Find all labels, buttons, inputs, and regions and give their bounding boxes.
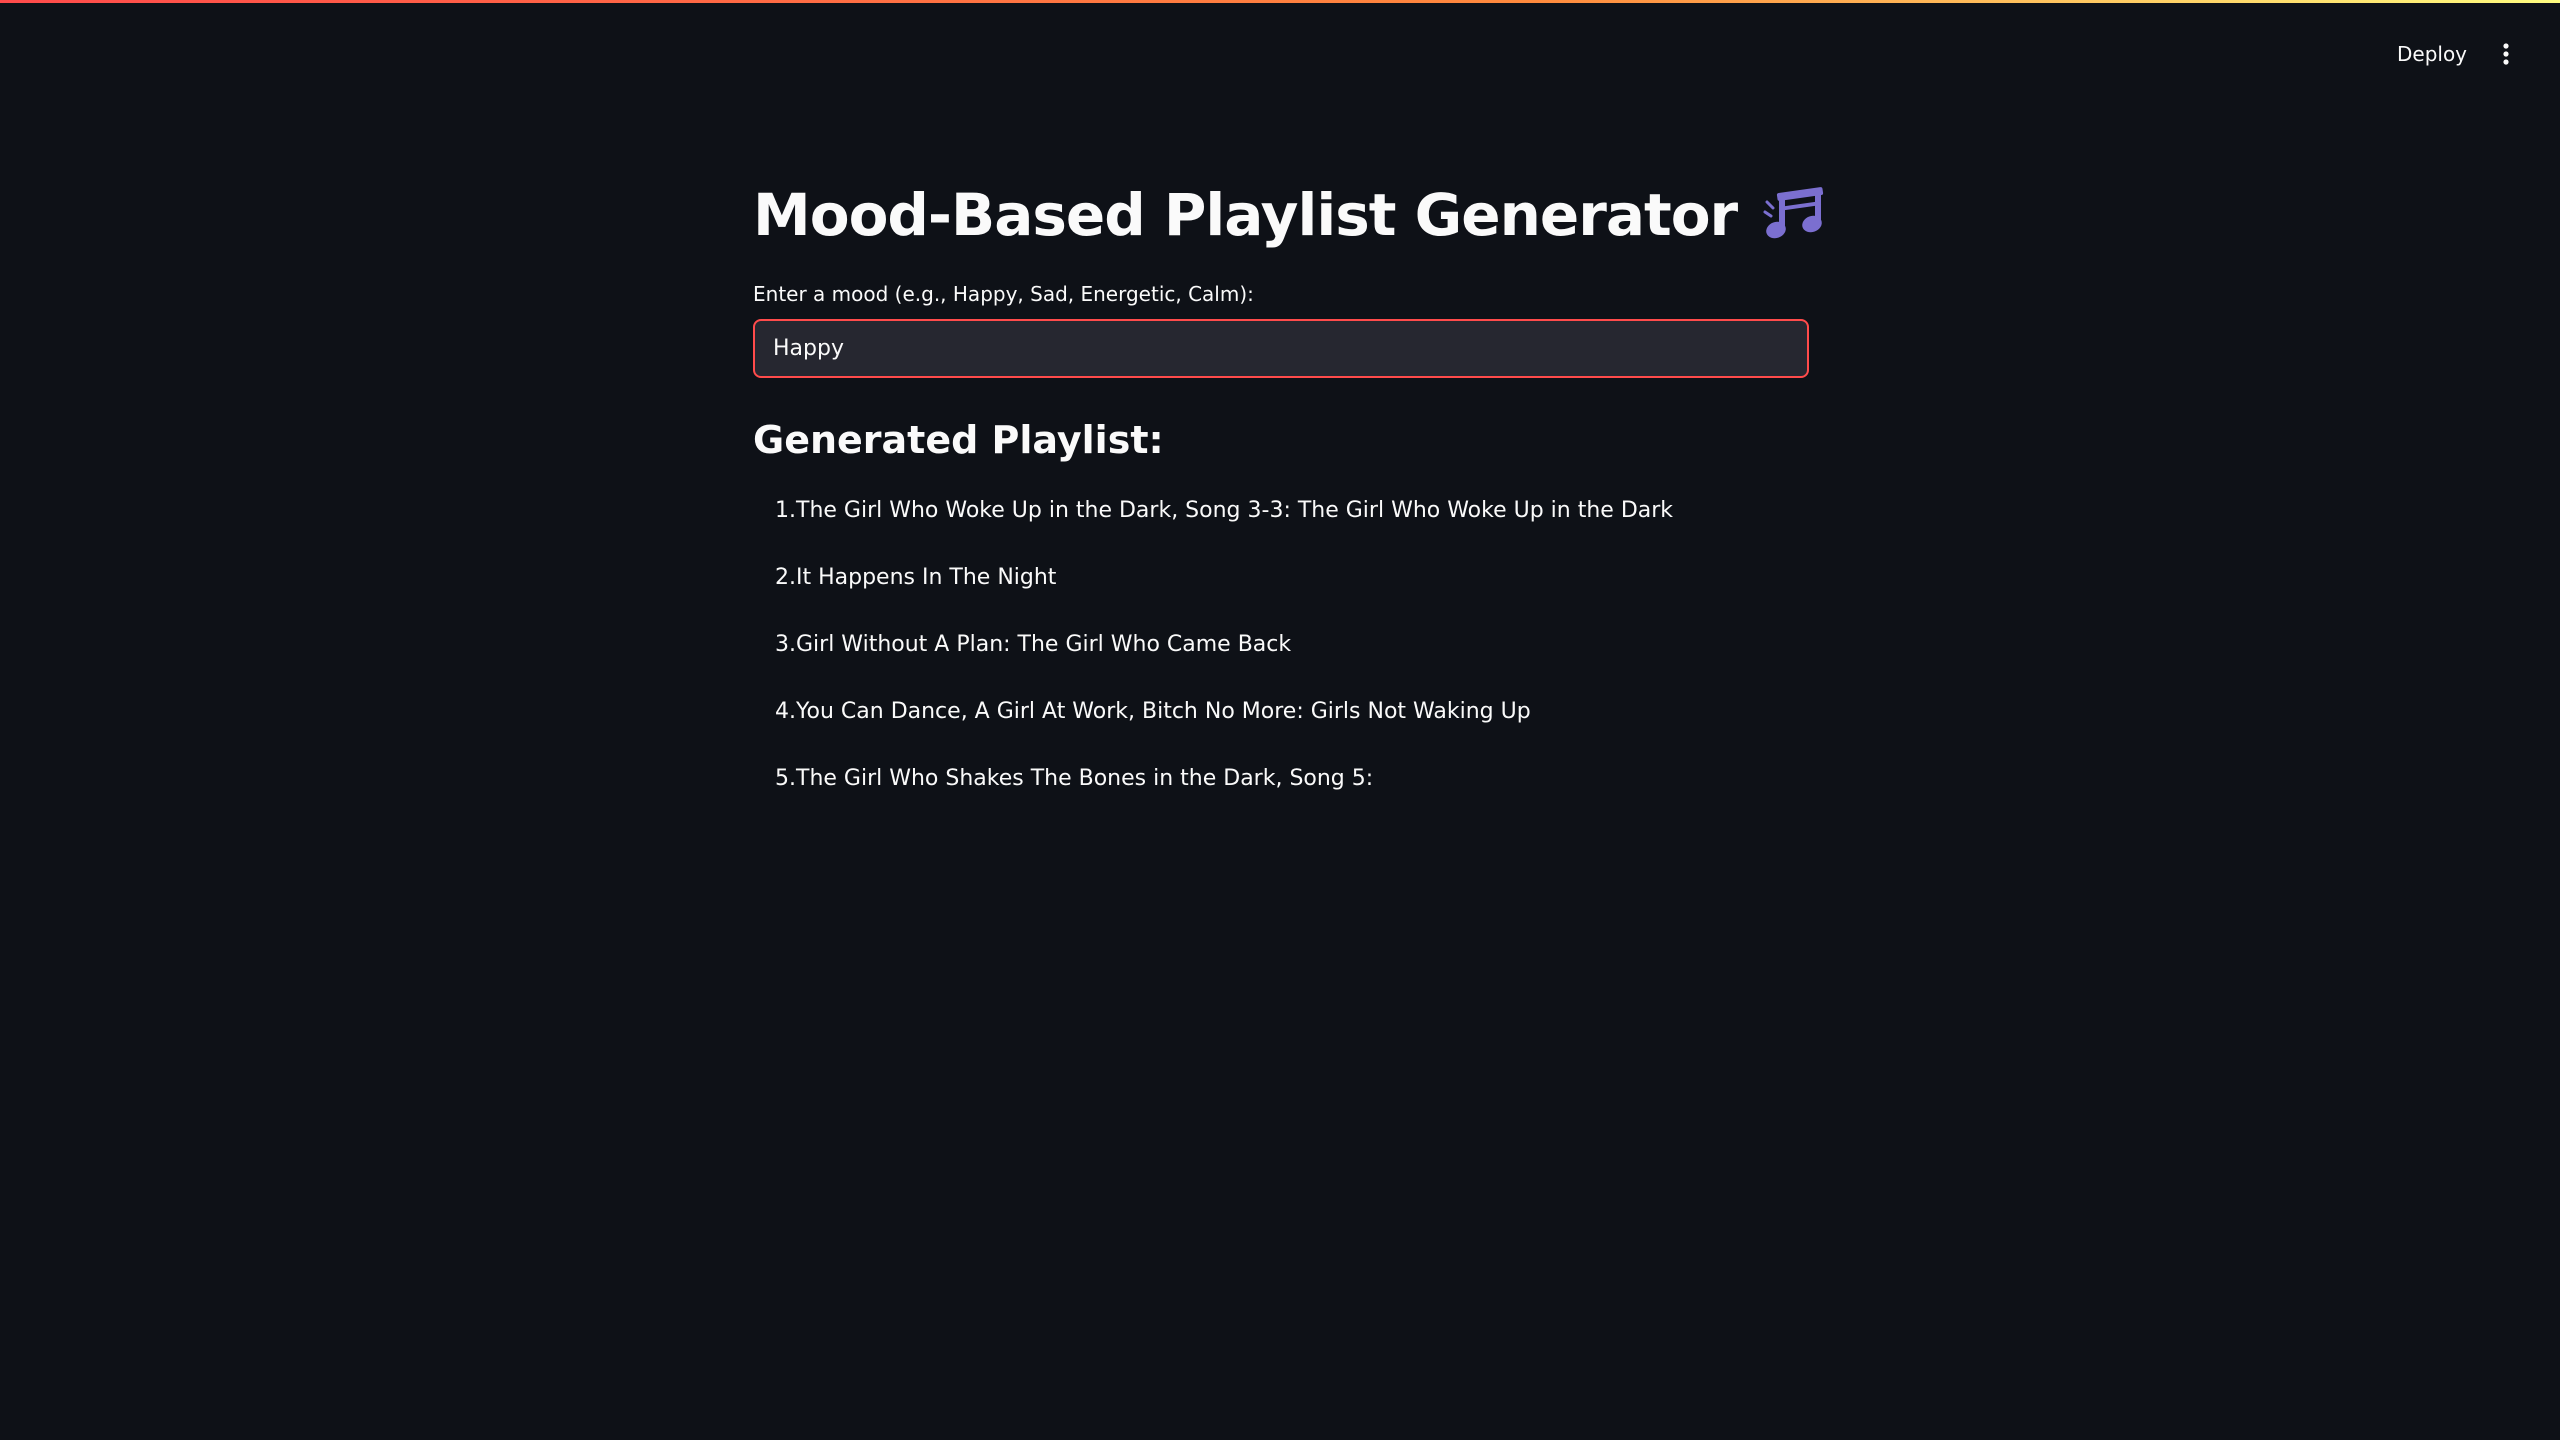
playlist-list: 1. The Girl Who Woke Up in the Dark, Son… <box>753 498 1673 833</box>
playlist-item-title: You Can Dance, A Girl At Work, Bitch No … <box>796 699 1531 724</box>
playlist-item-number: 4. <box>775 699 796 724</box>
playlist-item-title: Girl Without A Plan: The Girl Who Came B… <box>796 632 1292 657</box>
deploy-button[interactable]: Deploy <box>2384 36 2480 72</box>
playlist-item-title: The Girl Who Woke Up in the Dark, Song 3… <box>796 498 1674 523</box>
playlist-item-title: The Girl Who Shakes The Bones in the Dar… <box>796 766 1374 791</box>
playlist-heading: Generated Playlist: <box>753 418 1164 462</box>
playlist-item: 3. Girl Without A Plan: The Girl Who Cam… <box>753 632 1673 699</box>
playlist-item-title: It Happens In The Night <box>796 565 1057 590</box>
page-title: Mood-Based Playlist Generator <box>753 181 1738 249</box>
mood-input[interactable] <box>753 319 1809 378</box>
playlist-item-number: 5. <box>775 766 796 791</box>
playlist-item: 4. You Can Dance, A Girl At Work, Bitch … <box>753 699 1673 766</box>
playlist-item: 2. It Happens In The Night <box>753 565 1673 632</box>
title-row: Mood-Based Playlist Generator <box>753 172 1829 258</box>
mood-input-label: Enter a mood (e.g., Happy, Sad, Energeti… <box>753 282 1254 306</box>
app-header: Deploy <box>0 0 2560 100</box>
playlist-item: 1. The Girl Who Woke Up in the Dark, Son… <box>753 498 1673 565</box>
playlist-item-number: 3. <box>775 632 796 657</box>
playlist-item-number: 2. <box>775 565 796 590</box>
playlist-item-number: 1. <box>775 498 796 523</box>
main-menu-button[interactable] <box>2486 34 2526 74</box>
musical-notes-icon <box>1763 187 1824 239</box>
kebab-menu-icon <box>2503 43 2509 65</box>
playlist-item: 5. The Girl Who Shakes The Bones in the … <box>753 766 1673 833</box>
